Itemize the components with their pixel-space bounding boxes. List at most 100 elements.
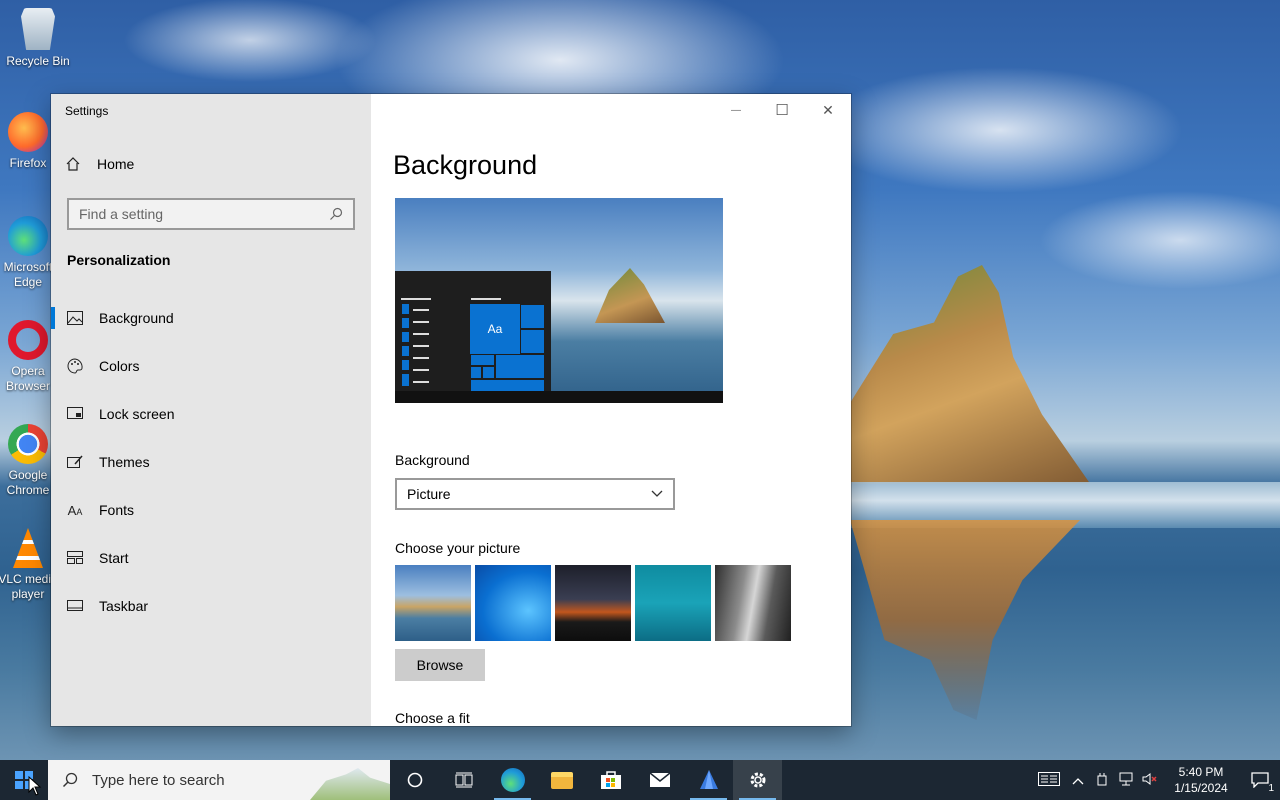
preview-line — [413, 321, 429, 323]
background-label: Background — [395, 452, 470, 468]
preview-tile — [470, 366, 482, 379]
desktop-icon-label: Firefox — [9, 156, 47, 170]
desktop-icon-edge[interactable]: Microsoft Edge — [0, 216, 58, 290]
picture-thumbnail[interactable] — [555, 565, 631, 641]
preview-tile — [495, 354, 545, 379]
cortana-icon — [407, 772, 422, 788]
search-highlight-image — [310, 768, 390, 800]
settings-sidebar: Settings Home Find a setting Personaliza… — [51, 94, 371, 726]
opera-icon — [8, 320, 48, 360]
search-placeholder: Find a setting — [79, 206, 164, 222]
taskbar-edge[interactable] — [488, 760, 537, 800]
choose-fit-label: Choose a fit — [395, 710, 470, 726]
taskbar: Type here to search 5:40 PM 1/15/2024 1 — [0, 760, 1280, 800]
picture-thumbnail[interactable] — [635, 565, 711, 641]
vlc-icon — [13, 528, 43, 568]
sidebar-item-label: Fonts — [99, 502, 135, 518]
usb-tray-button[interactable] — [1090, 772, 1114, 789]
browse-button[interactable]: Browse — [395, 649, 485, 681]
clock[interactable]: 5:40 PM 1/15/2024 — [1162, 764, 1240, 796]
desktop-icon-label: Opera Browser — [5, 364, 50, 393]
notification-count: 1 — [1268, 783, 1274, 794]
volume-muted-icon — [1142, 772, 1157, 785]
volume-button[interactable] — [1138, 772, 1162, 789]
home-nav-item[interactable]: Home — [65, 156, 134, 172]
preview-tile — [520, 329, 545, 354]
background-type-dropdown[interactable]: Picture — [395, 478, 675, 510]
settings-icon — [750, 772, 765, 788]
themes-icon — [67, 455, 83, 468]
find-setting-search[interactable]: Find a setting — [67, 198, 355, 230]
wallpaper-rock — [850, 265, 1090, 484]
chevron-up-icon — [1072, 777, 1084, 784]
wallpaper-reflection — [850, 520, 1080, 720]
notification-icon — [1251, 772, 1269, 788]
sidebar-item-fonts[interactable]: AA Fonts — [51, 486, 371, 534]
preview-line — [413, 333, 429, 335]
preview-line — [413, 369, 429, 371]
edge-icon — [8, 216, 48, 256]
clock-date: 1/15/2024 — [1174, 781, 1228, 795]
picture-thumbnail[interactable] — [395, 565, 471, 641]
preview-tile — [401, 303, 410, 315]
picture-thumbnail[interactable] — [475, 565, 551, 641]
show-hidden-icons-button[interactable] — [1066, 773, 1090, 788]
desktop-icon-chrome[interactable]: Google Chrome — [0, 424, 58, 498]
sidebar-item-background[interactable]: Background — [51, 294, 371, 342]
desktop-icon-label: VLC media player — [0, 572, 58, 601]
desktop-icon-firefox[interactable]: Firefox — [0, 112, 58, 171]
dropdown-value: Picture — [407, 486, 451, 502]
taskbar-settings[interactable] — [733, 760, 782, 800]
picture-thumbnail[interactable] — [715, 565, 791, 641]
system-tray: 5:40 PM 1/15/2024 1 — [1032, 760, 1280, 800]
task-view-button[interactable] — [439, 760, 488, 800]
sidebar-item-label: Taskbar — [99, 598, 149, 614]
preview-tile — [401, 373, 410, 387]
sidebar-item-colors[interactable]: Colors — [51, 342, 371, 390]
choose-picture-label: Choose your picture — [395, 540, 521, 556]
preview-aa-tile: Aa — [470, 304, 520, 354]
settings-window: Settings Home Find a setting Personaliza… — [51, 94, 851, 726]
settings-content: Background Aa Background Picture Choose … — [371, 94, 851, 726]
page-title: Background — [393, 150, 538, 180]
preview-tile — [401, 331, 410, 343]
network-button[interactable] — [1114, 772, 1138, 789]
desktop-icon-recycle-bin[interactable]: Recycle Bin — [0, 8, 76, 69]
taskbar-mail[interactable] — [635, 760, 684, 800]
preview-line — [413, 381, 429, 383]
taskbar-app[interactable] — [684, 760, 733, 800]
sidebar-item-label: Colors — [99, 358, 140, 374]
taskbar-search-box[interactable]: Type here to search — [48, 760, 390, 800]
sidebar-item-taskbar[interactable]: Taskbar — [51, 582, 371, 630]
search-icon — [62, 772, 78, 788]
personalization-nav: Background Colors Lock screen Themes AA … — [51, 294, 371, 630]
cortana-button[interactable] — [390, 760, 439, 800]
sidebar-item-lock-screen[interactable]: Lock screen — [51, 390, 371, 438]
action-center-button[interactable]: 1 — [1240, 760, 1280, 800]
search-icon — [330, 207, 343, 220]
store-icon — [600, 771, 621, 789]
desktop-icon-vlc[interactable]: VLC media player — [0, 528, 58, 602]
firefox-icon — [8, 112, 48, 152]
sidebar-item-start[interactable]: Start — [51, 534, 371, 582]
fonts-icon: AA — [67, 502, 83, 518]
news-button[interactable] — [1032, 771, 1066, 789]
window-title: Settings — [65, 104, 109, 118]
preview-rock — [595, 268, 665, 323]
taskbar-store[interactable] — [586, 760, 635, 800]
taskbar-file-explorer[interactable] — [537, 760, 586, 800]
background-preview: Aa — [395, 198, 723, 403]
clock-time: 5:40 PM — [1178, 765, 1224, 779]
preview-line — [413, 345, 429, 347]
sidebar-item-themes[interactable]: Themes — [51, 438, 371, 486]
chrome-icon — [8, 424, 48, 464]
picture-thumbnails — [395, 565, 791, 641]
desktop-icon-label: Microsoft Edge — [3, 260, 53, 289]
desktop-icon-opera[interactable]: Opera Browser — [0, 320, 58, 394]
usb-icon — [1097, 772, 1107, 785]
sidebar-item-label: Start — [99, 550, 129, 566]
app-icon — [699, 770, 718, 789]
desktop-icon-label: Google Chrome — [6, 468, 50, 497]
sidebar-item-label: Themes — [99, 454, 150, 470]
preview-tile — [470, 354, 495, 366]
